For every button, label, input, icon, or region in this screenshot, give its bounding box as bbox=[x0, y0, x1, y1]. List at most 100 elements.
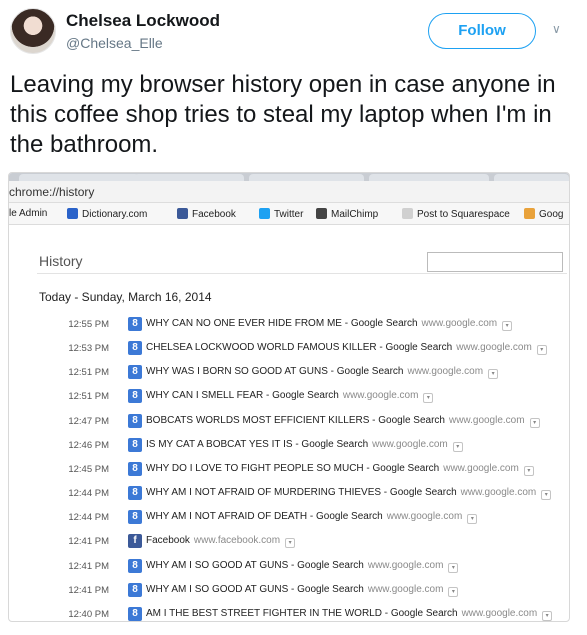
entry-link[interactable]: AM I THE BEST STREET FIGHTER IN THE WORL… bbox=[146, 607, 553, 621]
entry-link[interactable]: Facebook www.facebook.com ▾ bbox=[146, 535, 296, 549]
entry-title: Facebook bbox=[146, 535, 190, 547]
history-entry[interactable]: 12:44 PM 8 WHY AM I NOT AFRAID OF MURDERIN… bbox=[9, 483, 569, 507]
chevron-down-icon[interactable]: ∨ bbox=[552, 22, 561, 36]
entry-domain: www.google.com bbox=[367, 559, 444, 571]
dropdown-arrow-icon[interactable]: ▾ bbox=[542, 610, 553, 621]
bookmark-label: le Admin bbox=[9, 208, 48, 219]
history-entry[interactable]: 12:47 PM 8 BOBCATS WORLDS MOST EFFICIENT K… bbox=[9, 411, 569, 435]
entry-link[interactable]: WHY WAS I BORN SO GOOD AT GUNS - Google … bbox=[146, 366, 499, 380]
entry-domain: www.google.com bbox=[421, 318, 498, 329]
entry-title: WHY DO I LOVE TO FIGHT PEOPLE SO MUCH - … bbox=[146, 462, 440, 474]
dropdown-arrow-icon[interactable]: ▾ bbox=[488, 369, 499, 380]
entry-title: AM I THE BEST STREET FIGHTER IN THE WORL… bbox=[146, 607, 458, 619]
history-entry[interactable]: 12:51 PM 8 WHY CAN I SMELL FEAR - Google S… bbox=[9, 386, 569, 410]
history-entry[interactable]: 12:51 PM 8 WHY WAS I BORN SO GOOD AT GUNS … bbox=[9, 362, 569, 386]
avatar[interactable] bbox=[10, 8, 56, 54]
user-name[interactable]: Chelsea Lockwood bbox=[66, 11, 220, 31]
dropdown-arrow-icon[interactable]: ▾ bbox=[536, 345, 547, 356]
entry-title: WHY AM I NOT AFRAID OF DEATH - Google Se… bbox=[146, 511, 383, 523]
entry-time: 12:51 PM bbox=[68, 367, 109, 379]
entry-domain: www.google.com bbox=[407, 366, 484, 378]
entry-link[interactable]: WHY AM I NOT AFRAID OF DEATH - Google Se… bbox=[146, 511, 478, 525]
history-entry[interactable]: 12:41 PM 8 WHY AM I SO GOOD AT GUNS - Goog… bbox=[9, 556, 569, 580]
entry-time: 12:47 PM bbox=[68, 415, 109, 427]
history-entry[interactable]: 12:40 PM 8 AM I THE BEST STREET FIGHTER IN… bbox=[9, 604, 569, 621]
entry-domain: www.google.com bbox=[443, 462, 519, 474]
entry-title: WHY AM I SO GOOD AT GUNS - Google Search bbox=[146, 559, 364, 571]
google-favicon-icon: 8 bbox=[128, 486, 142, 501]
bookmark-facebook[interactable]: Facebook bbox=[177, 208, 236, 220]
dropdown-arrow-icon[interactable]: ▾ bbox=[541, 490, 552, 501]
entry-link[interactable]: BOBCATS WORLDS MOST EFFICIENT KILLERS - … bbox=[146, 415, 540, 428]
entry-time: 12:41 PM bbox=[68, 584, 109, 596]
facebook-favicon-icon: f bbox=[128, 534, 142, 549]
entry-title: CHELSEA LOCKWOOD WORLD FAMOUS KILLER - G… bbox=[146, 342, 453, 354]
google-favicon-icon: 8 bbox=[128, 461, 142, 476]
google-favicon-icon: 8 bbox=[128, 510, 142, 525]
search-input[interactable] bbox=[427, 252, 563, 272]
entry-link[interactable]: WHY AM I SO GOOD AT GUNS - Google Search… bbox=[146, 559, 459, 573]
history-entry[interactable]: 12:46 PM 8 IS MY CAT A BOBCAT YES IT IS - … bbox=[9, 435, 569, 459]
bookmark-post-to-squarespace[interactable]: Post to Squarespace bbox=[402, 208, 510, 220]
entry-link[interactable]: WHY CAN I SMELL FEAR - Google Search www.… bbox=[146, 390, 434, 404]
google-favicon-icon: 8 bbox=[128, 558, 142, 573]
entry-domain: www.google.com bbox=[342, 390, 419, 402]
entry-time: 12:46 PM bbox=[68, 439, 109, 451]
google-favicon-icon: 8 bbox=[128, 341, 142, 356]
dropdown-arrow-icon[interactable]: ▾ bbox=[448, 586, 459, 597]
entry-domain: www.facebook.com bbox=[193, 535, 281, 547]
bookmark-twitter[interactable]: Twitter bbox=[259, 208, 303, 220]
entry-link[interactable]: CHELSEA LOCKWOOD WORLD FAMOUS KILLER - G… bbox=[146, 342, 547, 356]
bookmark-le-admin[interactable]: le Admin bbox=[9, 208, 47, 219]
entry-title: WHY CAN NO ONE EVER HIDE FROM ME - Googl… bbox=[146, 318, 418, 329]
address-bar[interactable]: chrome://history bbox=[9, 181, 569, 203]
entry-link[interactable]: WHY CAN NO ONE EVER HIDE FROM ME - Googl… bbox=[146, 318, 513, 331]
history-entry[interactable]: 12:45 PM 8 WHY DO I LOVE TO FIGHT PEOPLE S… bbox=[9, 459, 569, 483]
bookmark-dictionary-com[interactable]: Dictionary.com bbox=[67, 208, 147, 220]
entry-domain: www.google.com bbox=[461, 607, 538, 619]
google-favicon-icon: 8 bbox=[128, 413, 142, 428]
entry-domain: www.google.com bbox=[372, 438, 448, 450]
dropdown-arrow-icon[interactable]: ▾ bbox=[529, 417, 540, 428]
entry-domain: www.google.com bbox=[456, 342, 532, 354]
dropdown-arrow-icon[interactable]: ▾ bbox=[448, 562, 459, 573]
entry-domain: www.google.com bbox=[448, 414, 525, 426]
page-title: History bbox=[39, 253, 83, 269]
tab-strip bbox=[9, 173, 569, 181]
follow-button[interactable]: Follow bbox=[428, 13, 536, 49]
entry-link[interactable]: WHY AM I NOT AFRAID OF MURDERING THIEVES… bbox=[146, 487, 552, 501]
entry-time: 12:51 PM bbox=[68, 391, 109, 403]
twitter-bird-icon bbox=[259, 208, 270, 219]
entry-title: IS MY CAT A BOBCAT YES IT IS - Google Se… bbox=[146, 438, 369, 450]
entry-time: 12:44 PM bbox=[68, 512, 109, 524]
entry-title: WHY AM I NOT AFRAID OF MURDERING THIEVES… bbox=[146, 487, 457, 499]
bookmark-goog[interactable]: Goog bbox=[524, 208, 563, 220]
dropdown-arrow-icon[interactable]: ▾ bbox=[502, 321, 513, 331]
google-favicon-icon: 8 bbox=[128, 606, 142, 621]
entry-link[interactable]: WHY DO I LOVE TO FIGHT PEOPLE SO MUCH - … bbox=[146, 463, 534, 476]
bookmark-label: MailChimp bbox=[331, 209, 379, 220]
bookmark-label: Goog bbox=[539, 209, 564, 220]
history-entry[interactable]: 12:53 PM 8 CHELSEA LOCKWOOD WORLD FAMOUS K… bbox=[9, 338, 569, 362]
entry-link[interactable]: WHY AM I SO GOOD AT GUNS - Google Search… bbox=[146, 583, 459, 597]
bookmark-label: Facebook bbox=[192, 209, 236, 220]
history-entry[interactable]: 12:41 PM f Facebook www.facebook.com ▾ bbox=[9, 531, 569, 555]
entry-time: 12:41 PM bbox=[68, 536, 109, 548]
history-entry[interactable]: 12:44 PM 8 WHY AM I NOT AFRAID OF DEATH - … bbox=[9, 507, 569, 531]
dropdown-arrow-icon[interactable]: ▾ bbox=[467, 514, 478, 525]
dropdown-arrow-icon[interactable]: ▾ bbox=[423, 393, 434, 404]
entry-link[interactable]: IS MY CAT A BOBCAT YES IT IS - Google Se… bbox=[146, 439, 463, 452]
entry-time: 12:55 PM bbox=[68, 319, 109, 330]
dropdown-arrow-icon[interactable]: ▾ bbox=[523, 465, 534, 476]
user-handle[interactable]: @Chelsea_Elle bbox=[66, 35, 163, 51]
entry-time: 12:44 PM bbox=[68, 488, 109, 500]
dropdown-arrow-icon[interactable]: ▾ bbox=[285, 538, 296, 549]
history-entry[interactable]: 12:55 PM 8 WHY CAN NO ONE EVER HIDE FROM M… bbox=[9, 314, 569, 338]
bookmark-mailchimp[interactable]: MailChimp bbox=[316, 208, 378, 220]
mailchimp-icon bbox=[316, 208, 327, 219]
google-favicon-icon: 8 bbox=[128, 582, 142, 597]
history-entry[interactable]: 12:41 PM 8 WHY AM I SO GOOD AT GUNS - Goog… bbox=[9, 580, 569, 604]
entry-title: WHY AM I SO GOOD AT GUNS - Google Search bbox=[146, 583, 364, 595]
dropdown-arrow-icon[interactable]: ▾ bbox=[452, 441, 463, 452]
date-heading: Today - Sunday, March 16, 2014 bbox=[39, 290, 212, 304]
